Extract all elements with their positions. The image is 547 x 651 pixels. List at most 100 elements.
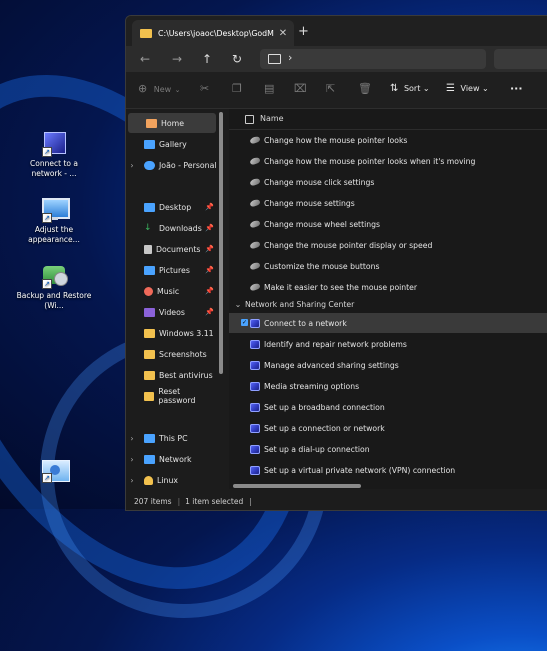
network-icon (250, 444, 260, 454)
checkbox-checked-icon[interactable]: ✓ (241, 319, 248, 326)
sidebar-item-network[interactable]: › Network (126, 449, 218, 469)
list-item-label: Connect to a network (264, 318, 347, 328)
list-item-selected[interactable]: ✓ Connect to a network (229, 313, 547, 333)
up-button[interactable]: ↑ (198, 51, 216, 67)
paste-button[interactable]: ▤ (264, 82, 274, 96)
network-icon (250, 360, 260, 370)
pin-icon: 📌 (205, 287, 214, 295)
status-divider: | (177, 496, 181, 506)
share-button[interactable]: ⇱ (326, 82, 335, 96)
pin-icon: 📌 (205, 203, 214, 211)
copy-button[interactable]: ❐ (232, 82, 242, 96)
title-bar: C:\Users\joaoc\Desktop\GodM ✕ + (126, 16, 547, 46)
sidebar-item-downloads[interactable]: ↓ Downloads 📌 (126, 218, 218, 238)
sidebar-item-music[interactable]: Music 📌 (126, 281, 218, 301)
sidebar-item-videos[interactable]: Videos 📌 (126, 302, 218, 322)
tab-current-folder[interactable]: C:\Users\joaoc\Desktop\GodM ✕ (132, 20, 294, 46)
sidebar-item-reset-password[interactable]: Reset password (126, 386, 218, 406)
list-item[interactable]: Make it easier to see the mouse pointer (229, 277, 547, 297)
list-item[interactable]: Customize the mouse buttons (229, 256, 547, 276)
cut-icon: ✂ (200, 82, 210, 95)
list-item[interactable]: Change mouse wheel settings (229, 214, 547, 234)
delete-button[interactable]: 🗑 (358, 82, 372, 96)
rename-button[interactable]: ⌧ (294, 82, 307, 96)
sidebar-item-screenshots[interactable]: Screenshots (126, 344, 218, 364)
sidebar-item-label: Desktop (159, 202, 192, 212)
sidebar-item-onedrive[interactable]: › João - Personal (126, 155, 218, 175)
desktop-icon-backup-restore[interactable]: ↗ Backup and Restore (Wi... (16, 262, 92, 311)
network-icon (250, 381, 260, 391)
sidebar-item-label: Home (161, 118, 185, 128)
chevron-right-icon[interactable]: › (288, 51, 292, 64)
sidebar-scrollbar[interactable] (219, 112, 223, 374)
cut-button[interactable]: ✂ (200, 82, 209, 96)
desktop-icon-control-panel[interactable]: ↗ (16, 456, 92, 485)
forward-button[interactable]: → (168, 51, 186, 67)
group-label: Network and Sharing Center (245, 299, 355, 309)
sidebar-item-label: Network (159, 454, 192, 464)
chevron-right-icon[interactable]: › (126, 476, 138, 485)
list-item-label: Change mouse settings (264, 198, 355, 208)
download-icon: ↓ (144, 222, 152, 233)
sidebar-item-pictures[interactable]: Pictures 📌 (126, 260, 218, 280)
list-item[interactable]: Set up a broadband connection (229, 397, 547, 417)
list-item[interactable]: Set up a dial-up connection (229, 439, 547, 459)
list-item[interactable]: Change mouse click settings (229, 172, 547, 192)
search-input[interactable] (494, 49, 547, 69)
chevron-right-icon[interactable]: › (126, 455, 138, 464)
address-bar[interactable]: › (260, 49, 486, 69)
sidebar-item-gallery[interactable]: Gallery (126, 134, 218, 154)
list-item[interactable]: Identify and repair network problems (229, 334, 547, 354)
pictures-icon (144, 265, 155, 275)
paste-icon: ▤ (264, 82, 275, 95)
list-item[interactable]: Change how the mouse pointer looks (229, 130, 547, 150)
list-item[interactable]: Set up a virtual private network (VPN) c… (229, 460, 547, 480)
sort-button[interactable]: ⇅ Sort ⌄ (390, 82, 430, 96)
sort-icon: ⇅ (390, 83, 399, 94)
list-item-label: Set up a dial-up connection (264, 444, 370, 454)
network-icon (250, 423, 260, 433)
view-label: View (460, 84, 480, 93)
list-item[interactable]: Change the mouse pointer display or spee… (229, 235, 547, 255)
desktop-icon-adjust-appearance[interactable]: ↗ Adjust the appearance... (16, 196, 92, 245)
close-tab-icon[interactable]: ✕ (276, 28, 290, 39)
sort-label: Sort (403, 84, 421, 93)
sidebar-item-home[interactable]: Home (128, 113, 216, 133)
sidebar-item-this-pc[interactable]: › This PC (126, 428, 218, 448)
group-header-network-sharing[interactable]: ⌄ Network and Sharing Center (229, 296, 547, 312)
sidebar-item-desktop[interactable]: Desktop 📌 (126, 197, 218, 217)
navigation-pane: Home Gallery › João - Personal Desktop 📌… (126, 109, 226, 489)
back-button[interactable]: ← (136, 51, 154, 67)
sidebar-item-linux[interactable]: › Linux (126, 470, 218, 490)
display-settings-icon: ↗ (40, 196, 70, 223)
chevron-right-icon[interactable]: › (126, 434, 138, 443)
horizontal-scrollbar[interactable] (233, 484, 361, 488)
chevron-down-icon[interactable]: ⌄ (231, 300, 245, 309)
chevron-right-icon[interactable]: › (126, 161, 138, 170)
sidebar-item-label: Documents (156, 244, 201, 254)
select-all-checkbox[interactable] (245, 115, 254, 124)
desktop-icon-connect-network[interactable]: ↗ Connect to a network - ... (16, 130, 92, 179)
refresh-button[interactable]: ↻ (228, 51, 246, 67)
sidebar-item-best-antivirus[interactable]: Best antivirus (126, 365, 218, 385)
sidebar-item-documents[interactable]: Documents 📌 (126, 239, 218, 259)
gallery-icon (144, 139, 155, 149)
column-name-header[interactable]: Name (260, 114, 284, 123)
list-item-label: Media streaming options (264, 381, 360, 391)
list-item[interactable]: Set up a connection or network (229, 418, 547, 438)
list-item[interactable]: Manage advanced sharing settings (229, 355, 547, 375)
item-count: 207 items (134, 496, 172, 506)
more-options-button[interactable]: ··· (510, 82, 523, 96)
list-item[interactable]: Media streaming options (229, 376, 547, 396)
mouse-icon (249, 282, 261, 292)
folder-icon (144, 370, 155, 380)
list-item[interactable]: Change how the mouse pointer looks when … (229, 151, 547, 171)
plus-icon: ⊕ (138, 82, 148, 95)
new-tab-button[interactable]: + (298, 24, 309, 39)
list-item[interactable]: Change mouse settings (229, 193, 547, 213)
view-button[interactable]: ☰ View ⌄ (446, 82, 489, 96)
column-header: Name (229, 109, 547, 130)
sidebar-item-windows-311[interactable]: Windows 3.11 (126, 323, 218, 343)
new-button[interactable]: ⊕ New ⌄ (138, 82, 181, 97)
sidebar-item-label: Linux (157, 475, 179, 485)
